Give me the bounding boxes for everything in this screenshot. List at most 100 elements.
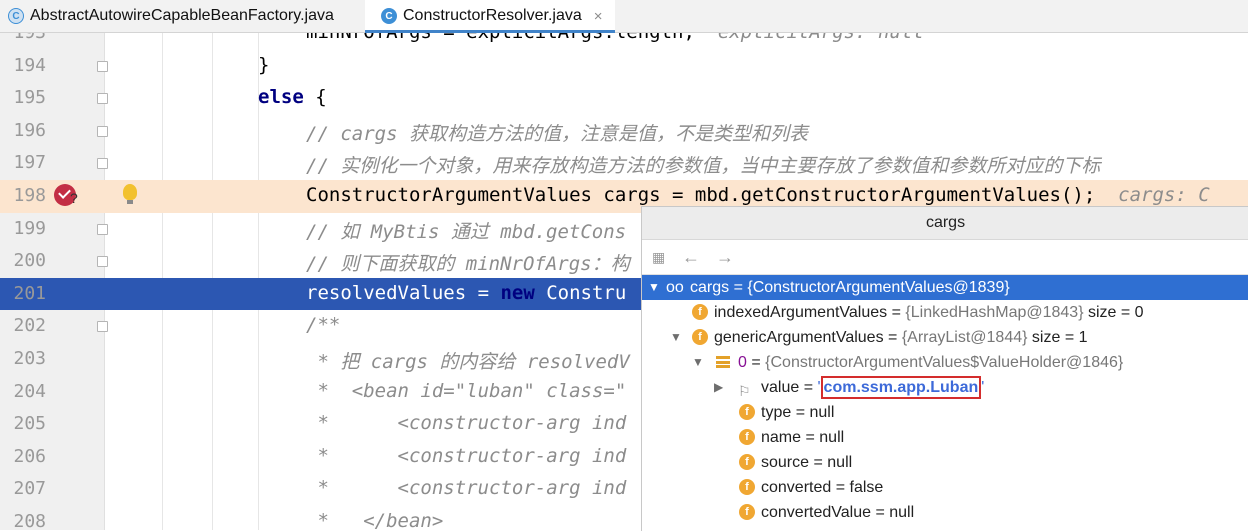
tree-node[interactable]: ▼ f genericArgumentValues = {ArrayList@184… xyxy=(642,325,1248,350)
popup-title: cargs xyxy=(642,207,1248,240)
code-text[interactable]: /** xyxy=(306,314,340,336)
code-token: * 把 cargs 的内容给 resolvedV xyxy=(306,351,630,373)
tree-node-text: indexedArgumentValues = {LinkedHashMap@1… xyxy=(714,300,1144,325)
variable-name: source xyxy=(761,454,810,471)
code-token: /** xyxy=(306,314,341,337)
collection-size: size = 1 xyxy=(1027,329,1088,346)
code-token: * <constructor-arg ind xyxy=(306,412,627,435)
equals-sign: = xyxy=(799,379,818,396)
code-text[interactable]: ConstructorArgumentValues cargs = mbd.ge… xyxy=(306,184,1210,206)
code-text[interactable]: * <constructor-arg ind xyxy=(306,445,626,467)
fold-marker-icon[interactable] xyxy=(97,158,108,170)
collection-size: size = 0 xyxy=(1083,304,1144,321)
fold-marker-icon[interactable] xyxy=(97,223,108,235)
variable-value: null xyxy=(889,504,915,521)
code-line[interactable]: 193 minNrOfArgs = explicitArgs.length; ex… xyxy=(0,33,1248,50)
tree-node[interactable]: f indexedArgumentValues = {LinkedHashMap@… xyxy=(642,300,1248,325)
variable-value: null xyxy=(819,429,845,446)
line-number: 196 xyxy=(13,119,46,141)
code-line[interactable]: 195 else { xyxy=(0,82,1248,115)
frame-icon[interactable]: ▦ xyxy=(652,248,665,266)
fold-marker-icon[interactable] xyxy=(97,321,108,333)
line-number: 197 xyxy=(13,152,46,174)
code-token: * </bean> xyxy=(306,510,444,530)
tree-node[interactable]: f convertedValue = null xyxy=(642,500,1248,525)
code-token: } xyxy=(258,53,270,76)
tree-node-text: cargs = {ConstructorArgumentValues@1839} xyxy=(690,275,1010,300)
equals-sign: = xyxy=(831,479,850,496)
line-number: 199 xyxy=(13,217,46,239)
fold-marker-icon[interactable] xyxy=(97,93,108,105)
line-number: 206 xyxy=(13,445,46,467)
expand-arrow-icon[interactable]: ▶ xyxy=(714,375,723,400)
code-text[interactable]: * 把 cargs 的内容给 resolvedV xyxy=(306,347,630,374)
code-token: * <constructor-arg ind xyxy=(306,477,627,500)
equals-sign: = xyxy=(871,504,890,521)
variable-value: null xyxy=(809,404,835,421)
debug-inspect-popup[interactable]: cargs ▦ ← → ▼ oo cargs = {ConstructorArgum… xyxy=(641,206,1248,531)
code-text[interactable]: minNrOfArgs = explicitArgs.length; expli… xyxy=(306,33,924,43)
code-token: { xyxy=(303,86,327,109)
fold-marker-icon[interactable] xyxy=(97,125,108,137)
tree-node[interactable]: f name = null xyxy=(642,425,1248,450)
code-text[interactable]: // 如 MyBtis 通过 mbd.getCons xyxy=(306,217,626,244)
code-text[interactable]: } xyxy=(258,54,269,76)
tree-node-text: 0 = {ConstructorArgumentValues$ValueHold… xyxy=(738,350,1123,375)
line-number: 207 xyxy=(13,478,46,500)
tree-node[interactable]: ▼ 0 = {ConstructorArgumentValues$ValueHol… xyxy=(642,350,1248,375)
code-text[interactable]: // 实例化一个对象，用来存放构造方法的参数值，当中主要存放了参数值和参数所对应… xyxy=(306,151,1100,178)
tree-node[interactable]: ▶ ⚐ value = ' com.ssm.app.Luban ' xyxy=(642,375,1248,400)
code-line[interactable]: 194} xyxy=(0,50,1248,83)
editor-tab-bar: C AbstractAutowireCapableBeanFactory.jav… xyxy=(0,0,1248,33)
variable-value: {LinkedHashMap@1843} xyxy=(905,304,1084,321)
code-text[interactable]: * </bean> xyxy=(306,510,443,530)
close-icon[interactable]: × xyxy=(594,8,603,25)
field-icon: f xyxy=(692,329,708,345)
variable-name: indexedArgumentValues xyxy=(714,304,888,321)
code-line[interactable]: 197 // 实例化一个对象，用来存放构造方法的参数值，当中主要存放了参数值和参数… xyxy=(0,147,1248,180)
collapse-arrow-icon[interactable]: ▼ xyxy=(648,275,660,300)
variable-name: genericArgumentValues xyxy=(714,329,884,346)
tree-node-text: converted = false xyxy=(761,475,883,500)
equals-sign: = xyxy=(791,404,810,421)
code-line[interactable]: 196 // cargs 获取构造方法的值，注意是值，不是类型和列表 xyxy=(0,115,1248,148)
line-number: 198 xyxy=(13,185,46,206)
variable-name: type xyxy=(761,404,792,421)
tree-node[interactable]: f source = null xyxy=(642,450,1248,475)
tree-node-text: type = null xyxy=(761,400,834,425)
variable-value: com.ssm.app.Luban xyxy=(820,376,982,399)
line-number: 194 xyxy=(13,54,46,76)
code-text[interactable]: * <constructor-arg ind xyxy=(306,477,626,499)
back-button[interactable]: ← xyxy=(682,248,700,266)
equals-sign: = xyxy=(801,429,820,446)
code-text[interactable]: // 则下面获取的 minNrOfArgs：构 xyxy=(306,249,630,276)
lightbulb-icon[interactable] xyxy=(123,184,137,204)
breakpoint-question-icon: ? xyxy=(70,190,78,206)
tree-node[interactable]: ▼ oo cargs = {ConstructorArgumentValues@18… xyxy=(642,275,1248,300)
line-number: 205 xyxy=(13,413,46,435)
code-token: // 如 MyBtis 通过 mbd.getCons xyxy=(306,220,627,243)
line-number: 201 xyxy=(13,282,46,304)
code-text[interactable]: else { xyxy=(258,86,327,108)
collapse-arrow-icon[interactable]: ▼ xyxy=(670,325,682,350)
line-number: 208 xyxy=(13,511,46,530)
code-token: * <bean id="luban" class=" xyxy=(306,379,627,402)
fold-marker-icon[interactable] xyxy=(97,60,108,72)
code-text[interactable]: resolvedValues = new Constru xyxy=(306,282,626,304)
quote-mark: ' xyxy=(981,379,985,396)
tree-node-text: convertedValue = null xyxy=(761,500,914,525)
collapse-arrow-icon[interactable]: ▼ xyxy=(692,350,704,375)
tree-node[interactable]: f type = null xyxy=(642,400,1248,425)
code-token: Constru xyxy=(534,281,627,304)
fold-marker-icon[interactable] xyxy=(97,256,108,268)
tab-constructor-resolver[interactable]: C ConstructorResolver.java × xyxy=(365,0,615,33)
tab-abstract-autowire[interactable]: C AbstractAutowireCapableBeanFactory.jav… xyxy=(8,0,363,32)
code-text[interactable]: // cargs 获取构造方法的值，注意是值，不是类型和列表 xyxy=(306,119,808,146)
tree-node[interactable]: f converted = false xyxy=(642,475,1248,500)
tree-node-text: source = null xyxy=(761,450,852,475)
tree-node-text: genericArgumentValues = {ArrayList@1844}… xyxy=(714,325,1088,350)
line-number: 195 xyxy=(13,87,46,109)
code-text[interactable]: * <constructor-arg ind xyxy=(306,412,626,434)
code-text[interactable]: * <bean id="luban" class=" xyxy=(306,380,626,402)
forward-button[interactable]: → xyxy=(716,248,734,266)
